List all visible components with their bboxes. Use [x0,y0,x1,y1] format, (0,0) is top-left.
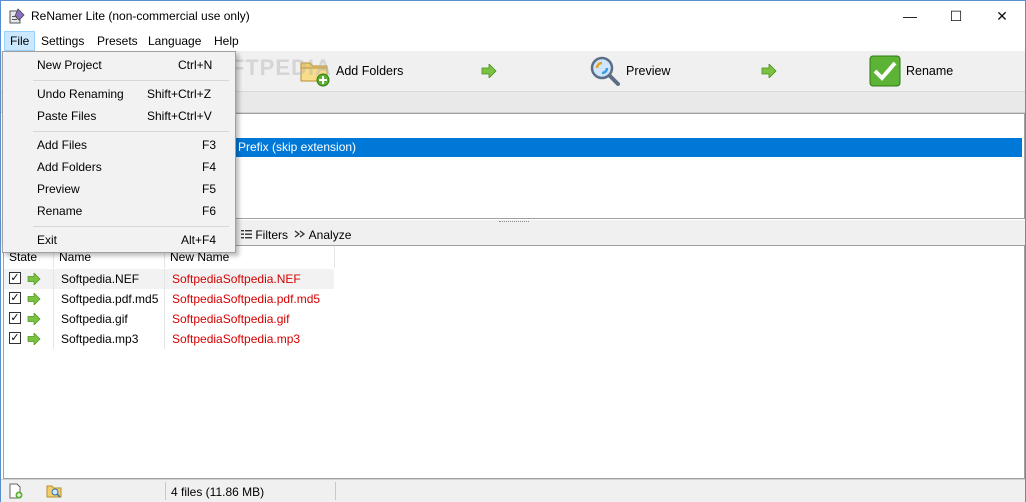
folder-search-icon[interactable] [46,483,62,499]
filters-button[interactable]: Filters [241,228,288,242]
add-file-icon[interactable] [7,483,23,499]
status-arrow-icon [27,273,41,285]
magnifier-icon [590,56,620,86]
close-button[interactable]: ✕ [979,1,1025,31]
menu-separator [33,80,229,81]
splitter-grip [499,221,529,224]
file-new-name: SoftpediaSoftpedia.mp3 [172,332,301,346]
file-row[interactable]: ✓ Softpedia.gif SoftpediaSoftpedia.gif [4,309,334,329]
window-title: ReNamer Lite (non-commercial use only) [31,9,250,23]
row-checkbox[interactable]: ✓ [9,312,21,324]
menu-item-exit[interactable]: Exit Alt+F4 [5,229,233,251]
rule-description: Prefix (skip extension) [238,140,357,154]
menu-item-add-folders[interactable]: Add Folders F4 [5,156,233,178]
menu-item-undo-renaming[interactable]: Undo Renaming Shift+Ctrl+Z [5,83,233,105]
file-name: Softpedia.mp3 [61,332,139,346]
title-bar: ReNamer Lite (non-commercial use only) —… [1,1,1025,31]
file-menu-dropdown: New Project Ctrl+N Undo Renaming Shift+C… [2,51,236,253]
rename-label: Rename [906,64,954,78]
menu-bar: File Settings Presets Language Help [1,31,1025,51]
row-checkbox[interactable]: ✓ [9,272,21,284]
menu-item-add-files[interactable]: Add Files F3 [5,134,233,156]
minimize-button[interactable]: — [887,1,933,31]
status-arrow-icon [27,333,41,345]
menu-item-preview[interactable]: Preview F5 [5,178,233,200]
preview-button[interactable]: Preview [589,53,670,89]
file-new-name: SoftpediaSoftpedia.pdf.md5 [172,292,321,306]
file-name: Softpedia.pdf.md5 [61,292,159,306]
menu-file[interactable]: File [4,31,36,51]
menu-language[interactable]: Language [143,32,206,50]
row-checkbox[interactable]: ✓ [9,292,21,304]
file-row[interactable]: ✓ Softpedia.pdf.md5 SoftpediaSoftpedia.p… [4,289,334,309]
menu-help[interactable]: Help [209,32,244,50]
file-new-name: SoftpediaSoftpedia.NEF [172,272,301,286]
preview-label: Preview [626,64,671,78]
add-folders-label: Add Folders [336,64,404,78]
menu-presets[interactable]: Presets [92,32,143,50]
status-bar: 4 files (11.86 MB) [1,479,1025,502]
file-row[interactable]: ✓ Softpedia.mp3 SoftpediaSoftpedia.mp3 [4,329,334,349]
file-name: Softpedia.NEF [61,272,140,286]
app-logo-icon [9,8,25,24]
maximize-button[interactable]: ☐ [933,1,979,31]
menu-separator [33,131,229,132]
status-arrow-icon [27,293,41,305]
checkmark-icon [869,55,901,87]
filters-label: Filters [255,228,289,242]
filter-icon [241,230,252,239]
analyze-label: Analyze [308,228,352,242]
analyze-arrow-icon [294,230,306,238]
file-row[interactable]: ✓ Softpedia.NEF SoftpediaSoftpedia.NEF [4,269,334,289]
row-checkbox[interactable]: ✓ [9,332,21,344]
flow-arrow-icon [761,64,777,78]
file-name: Softpedia.gif [61,312,128,326]
app-window: ReNamer Lite (non-commercial use only) —… [0,0,1026,502]
file-list[interactable]: State Name New Name ✓ Softpedia.NEF Soft… [3,245,1025,479]
menu-separator [33,226,229,227]
status-arrow-icon [27,313,41,325]
analyze-button[interactable]: Analyze [294,228,351,242]
menu-item-rename[interactable]: Rename F6 [5,200,233,222]
rename-button[interactable]: Rename [869,53,953,89]
menu-settings[interactable]: Settings [36,32,89,50]
menu-item-new-project[interactable]: New Project Ctrl+N [5,54,233,76]
flow-arrow-icon [481,64,497,78]
files-summary: 4 files (11.86 MB) [171,485,265,499]
file-new-name: SoftpediaSoftpedia.gif [172,312,290,326]
menu-item-paste-files[interactable]: Paste Files Shift+Ctrl+V [5,105,233,127]
